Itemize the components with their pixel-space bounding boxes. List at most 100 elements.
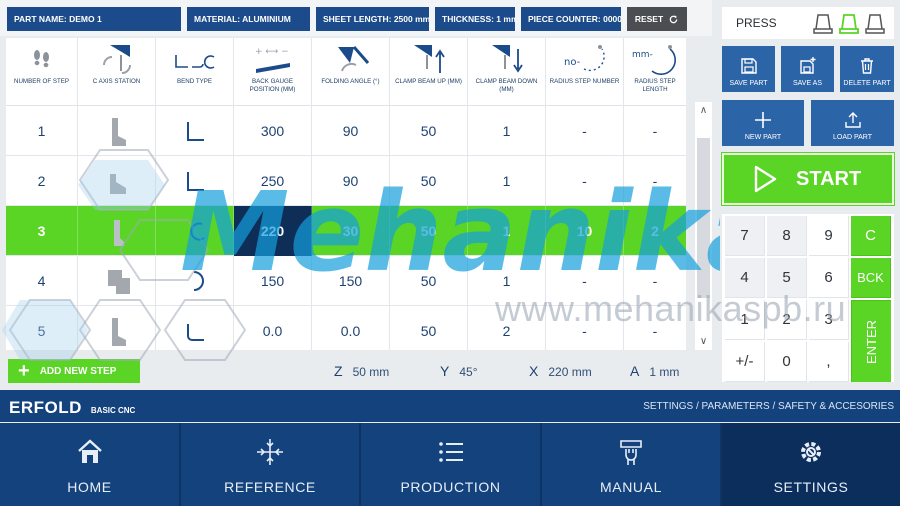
back-gauge-cell[interactable]: 0.0 — [234, 306, 312, 350]
c-axis-tool-icon — [111, 118, 126, 146]
press-tool-3-icon[interactable] — [864, 11, 886, 35]
thickness-info[interactable]: THICKNESS: 1 mm — [435, 7, 515, 31]
radius-length-cell[interactable]: 2 — [624, 206, 686, 256]
radius-number-cell[interactable]: - — [546, 306, 624, 350]
key-0[interactable]: 0 — [767, 342, 807, 382]
trash-icon — [861, 58, 873, 74]
axis-value: 220 mm — [548, 365, 592, 379]
scroll-down-icon[interactable]: ∨ — [695, 333, 712, 350]
c-axis-tool-icon — [109, 174, 126, 194]
clear-key[interactable]: C — [851, 216, 891, 256]
key-2[interactable]: 2 — [767, 300, 807, 340]
key-9[interactable]: 9 — [809, 216, 849, 256]
press-tool-1-icon[interactable] — [812, 11, 834, 35]
clamp-up-cell[interactable]: 50 — [390, 106, 468, 156]
load-part-button[interactable]: LOAD PART — [811, 100, 894, 146]
add-new-step-button[interactable]: + ADD NEW STEP — [8, 359, 140, 383]
folding-angle-cell[interactable]: 150 — [312, 256, 390, 306]
header-label: CLAMP BEAM UP (mm) — [395, 78, 462, 85]
key-5[interactable]: 5 — [767, 258, 807, 298]
radius-length-cell[interactable]: - — [624, 306, 686, 350]
folding-angle-cell[interactable]: 30 — [312, 206, 390, 256]
new-part-button[interactable]: NEW PART — [722, 100, 804, 146]
save-part-button[interactable]: SAVE PART — [722, 46, 775, 92]
table-row-selected[interactable]: 3 220 30 50 1 10 2 — [6, 206, 686, 256]
back-gauge-cell[interactable]: 300 — [234, 106, 312, 156]
press-label: PRESS — [736, 16, 777, 30]
reset-button[interactable]: RESET — [627, 7, 687, 31]
radius-number-cell[interactable]: 10 — [546, 206, 624, 256]
breadcrumb[interactable]: SETTINGS / PARAMETERS / SAFETY & ACCESOR… — [643, 401, 894, 412]
radius-number-cell[interactable]: - — [546, 156, 624, 206]
back-gauge-cell[interactable]: 220 — [234, 206, 312, 256]
start-button[interactable]: START — [721, 152, 895, 206]
key-4[interactable]: 4 — [725, 258, 765, 298]
folding-angle-cell[interactable]: 0.0 — [312, 306, 390, 350]
nav-settings[interactable]: SETTINGS — [722, 423, 900, 506]
clamp-down-cell[interactable]: 1 — [468, 156, 546, 206]
clamp-down-cell[interactable]: 1 — [468, 256, 546, 306]
scroll-up-icon[interactable]: ∧ — [695, 102, 712, 119]
scroll-thumb[interactable] — [697, 138, 710, 298]
radius-length-cell[interactable]: - — [624, 256, 686, 306]
clamp-down-cell[interactable]: 1 — [468, 106, 546, 156]
nav-home[interactable]: HOME — [0, 423, 179, 506]
play-icon — [754, 165, 777, 193]
folding-angle-cell[interactable]: 90 — [312, 106, 390, 156]
key-8[interactable]: 8 — [767, 216, 807, 256]
manual-hand-icon — [620, 440, 642, 465]
header-label: RADIUS STEP NUMBER — [549, 78, 620, 85]
footsteps-icon — [33, 50, 49, 68]
clamp-up-cell[interactable]: 50 — [390, 156, 468, 206]
table-row[interactable]: 4 150 150 50 1 - - — [6, 256, 686, 306]
table-row[interactable]: 1 300 90 50 1 - - — [6, 106, 686, 156]
key-7[interactable]: 7 — [725, 216, 765, 256]
clamp-down-cell[interactable]: 2 — [468, 306, 546, 350]
material-info[interactable]: MATERIAL: ALUMINIUM — [187, 7, 310, 31]
nav-manual[interactable]: MANUAL — [542, 423, 720, 506]
backspace-key[interactable]: BCK — [851, 258, 891, 298]
step-number: 2 — [6, 156, 78, 206]
c-axis-tool-icon — [113, 220, 124, 246]
enter-key[interactable]: ENTER — [851, 300, 891, 382]
folding-angle-cell[interactable]: 90 — [312, 156, 390, 206]
axis-label: X — [529, 363, 539, 379]
refresh-icon — [669, 14, 678, 23]
list-icon — [438, 442, 463, 462]
logo-subtitle: BASIC CNC — [90, 406, 136, 415]
gear-icon — [801, 442, 821, 462]
part-name-info[interactable]: PART NAME: DEMO 1 — [7, 7, 181, 31]
clamp-down-cell[interactable]: 1 — [468, 206, 546, 256]
back-gauge-cell[interactable]: 250 — [234, 156, 312, 206]
clamp-up-cell[interactable]: 50 — [390, 256, 468, 306]
back-gauge-cell[interactable]: 150 — [234, 256, 312, 306]
radius-number-cell[interactable]: - — [546, 106, 624, 156]
clamp-up-cell[interactable]: 50 — [390, 206, 468, 256]
save-as-icon — [799, 57, 815, 74]
nav-reference[interactable]: REFERENCE — [181, 423, 359, 506]
c-axis-cell — [78, 206, 156, 256]
nav-production[interactable]: PRODUCTION — [361, 423, 540, 506]
save-as-button[interactable]: SAVE AS — [781, 46, 834, 92]
c-axis-cell — [78, 156, 156, 206]
save-part-label: SAVE PART — [729, 80, 768, 87]
radius-length-cell[interactable]: - — [624, 156, 686, 206]
piece-counter-info[interactable]: PIECE COUNTER: 0000 — [521, 7, 621, 31]
radius-number-cell[interactable]: - — [546, 256, 624, 306]
sheet-length-info[interactable]: SHEET LENGTH: 2500 mm — [316, 7, 429, 31]
header-bend-type: BEND TYPE — [156, 38, 234, 106]
plus-minus-key[interactable]: +/- — [725, 342, 765, 382]
radius-length-cell[interactable]: - — [624, 106, 686, 156]
table-row[interactable]: 2 250 90 50 1 - - — [6, 156, 686, 206]
comma-key[interactable]: , — [809, 342, 849, 382]
add-step-label: ADD NEW STEP — [39, 365, 117, 377]
table-row[interactable]: 5 0.0 0.0 50 2 - - — [6, 306, 686, 350]
clamp-up-cell[interactable]: 50 — [390, 306, 468, 350]
key-3[interactable]: 3 — [809, 300, 849, 340]
key-1[interactable]: 1 — [725, 300, 765, 340]
axis-a-readout: A 1 mm — [630, 363, 679, 379]
table-scrollbar[interactable]: ∧ ∨ — [695, 102, 712, 350]
key-6[interactable]: 6 — [809, 258, 849, 298]
press-tool-2-icon[interactable] — [838, 11, 860, 35]
delete-part-button[interactable]: DELETE PART — [840, 46, 894, 92]
